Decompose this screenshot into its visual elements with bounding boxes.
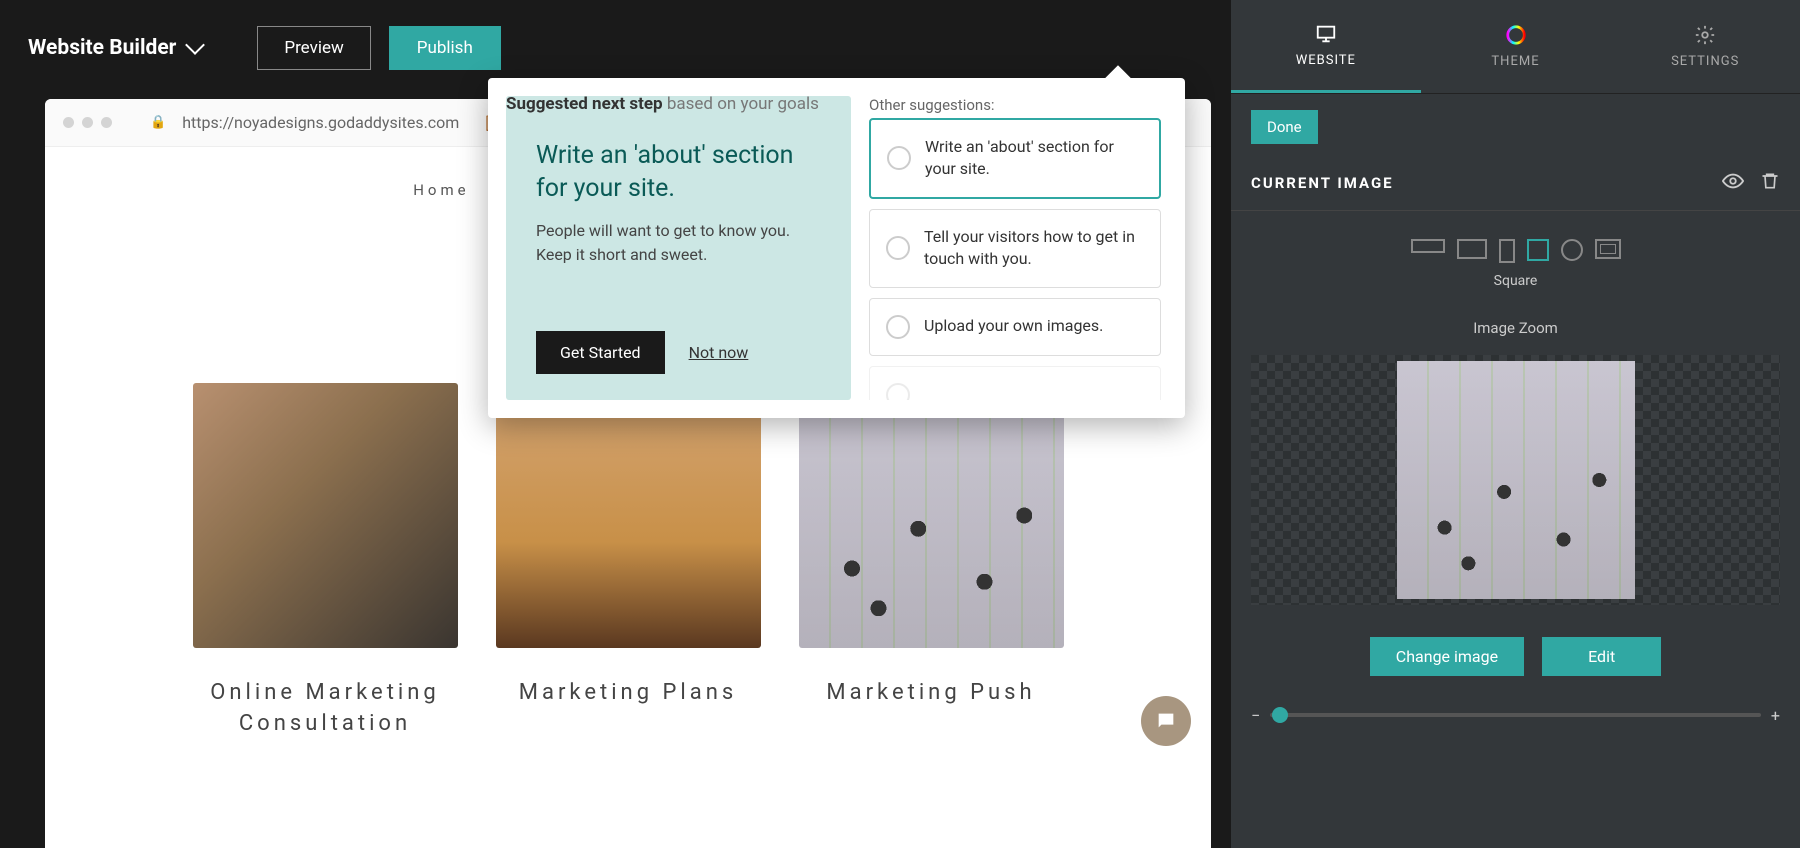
change-image-button[interactable]: Change image [1370,637,1524,676]
radio-icon [887,146,911,170]
step-actions: Get Started Not now [536,331,821,374]
tab-website[interactable]: WEBSITE [1231,0,1421,93]
radio-icon [886,236,910,260]
shape-landscape[interactable] [1457,239,1487,259]
popover-title: Suggested next step based on your goals [506,74,866,114]
brand-label: Website Builder [28,36,176,60]
card-consultation[interactable]: Online Marketing Consultation [193,383,458,740]
zoom-label: Image Zoom [1231,309,1800,347]
publish-button[interactable]: Publish [389,26,501,70]
section-header: CURRENT IMAGE [1231,144,1800,211]
shape-portrait[interactable] [1499,239,1515,263]
get-started-button[interactable]: Get Started [536,331,665,374]
monitor-icon [1314,23,1338,45]
shape-picker [1231,211,1800,273]
suggestion-item[interactable] [869,366,1161,400]
window-dots [63,117,112,128]
suggestion-item[interactable]: Tell your visitors how to get in touch w… [869,209,1161,288]
right-sidebar: WEBSITE THEME SETTINGS Done CURRENT IMAG… [1231,0,1800,848]
image-buttons: Change image Edit [1231,613,1800,700]
card-plans[interactable]: Marketing Plans [496,383,761,740]
dot-icon [101,117,112,128]
shape-circle[interactable] [1561,239,1583,261]
suggestion-item[interactable]: Write an 'about' section for your site. [869,118,1161,199]
not-now-link[interactable]: Not now [689,343,749,362]
card-title: Marketing Push [799,678,1064,709]
sidebar-tabs: WEBSITE THEME SETTINGS [1231,0,1800,94]
card-image [799,383,1064,648]
step-description: People will want to get to know you. Kee… [536,219,821,267]
url-text: https://noyadesigns.godaddysites.com [182,113,459,132]
dot-icon [63,117,74,128]
done-button[interactable]: Done [1251,110,1318,144]
nav-home[interactable]: Home [413,181,469,199]
color-wheel-icon [1504,24,1528,46]
card-image [496,383,761,648]
suggested-step-panel: Suggested next step based on your goals … [506,96,851,400]
tab-settings[interactable]: SETTINGS [1610,0,1800,93]
slider-track[interactable] [1270,713,1761,717]
dot-icon [82,117,93,128]
zoom-in-icon[interactable]: + [1771,706,1780,725]
shape-square[interactable] [1527,239,1549,261]
trash-icon[interactable] [1760,170,1780,196]
step-heading: Write an 'about' section for your site. [536,140,821,205]
preview-button[interactable]: Preview [257,26,370,70]
card-title: Marketing Plans [496,678,761,709]
shape-frame[interactable] [1595,239,1621,259]
zoom-preview[interactable] [1251,355,1780,605]
card-push[interactable]: Marketing Push [799,383,1064,740]
suggestion-item[interactable]: Upload your own images. [869,298,1161,356]
card-title: Online Marketing Consultation [193,678,458,740]
shape-wide[interactable] [1411,239,1445,253]
lock-icon: 🔒 [150,115,166,130]
zoom-out-icon[interactable]: − [1251,706,1260,725]
chevron-down-icon [185,35,205,55]
gear-icon [1693,24,1717,46]
chat-icon [1155,710,1177,732]
radio-icon [886,315,910,339]
other-suggestions-label: Other suggestions: [869,96,1167,114]
tab-theme[interactable]: THEME [1421,0,1611,93]
section-title: CURRENT IMAGE [1251,174,1394,192]
shape-label: Square [1231,273,1800,309]
slider-thumb[interactable] [1272,707,1288,723]
visibility-icon[interactable] [1722,170,1744,196]
next-steps-popover: Suggested next step based on your goals … [488,78,1185,418]
brand-dropdown[interactable]: Website Builder [28,36,202,60]
radio-icon [886,383,910,400]
edit-image-button[interactable]: Edit [1542,637,1661,676]
preview-image [1397,361,1635,599]
card-image [193,383,458,648]
zoom-slider: − + [1251,700,1780,730]
chat-button[interactable] [1141,696,1191,746]
suggestions-list[interactable]: Write an 'about' section for your site. … [869,118,1167,400]
